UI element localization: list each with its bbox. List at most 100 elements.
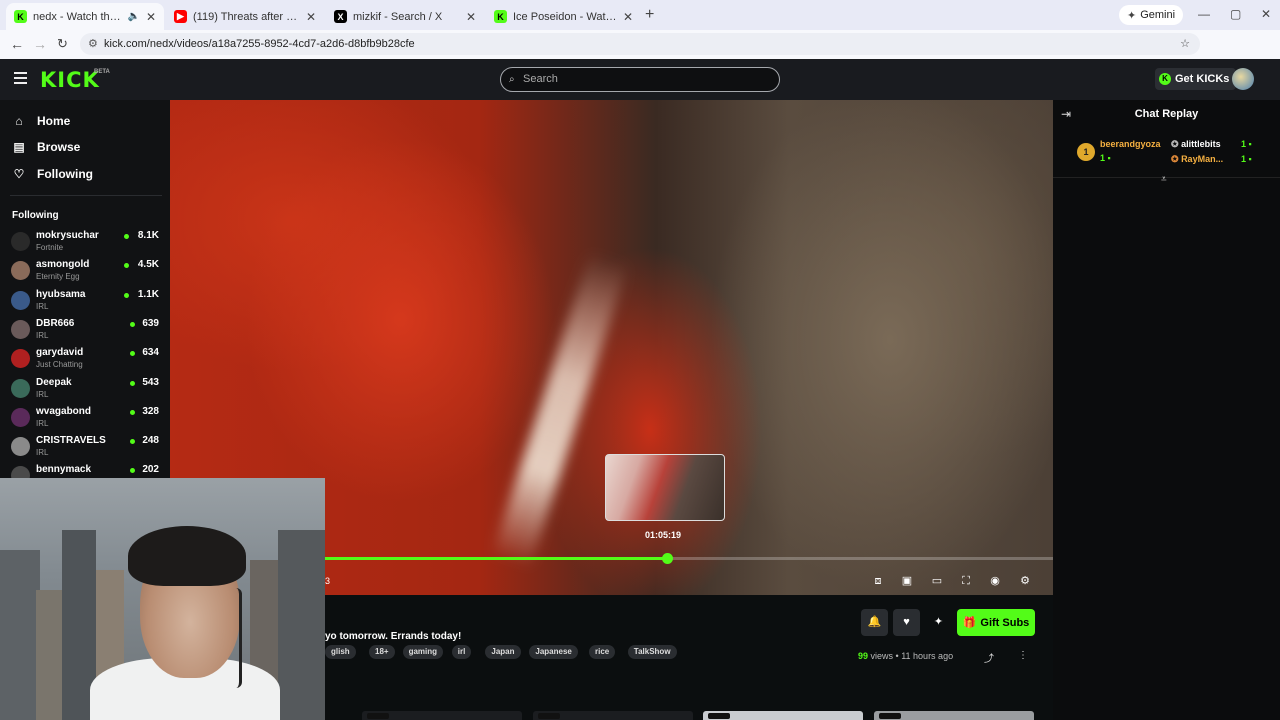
gifter-entry[interactable]: ✪ RayMan... (1171, 154, 1223, 165)
channel-category: Just Chatting (36, 360, 83, 370)
sparkle-button[interactable]: ✦ (925, 609, 952, 636)
chat-panel: ⇥ Chat Replay 1 beerandgyoza 1 ▪ ✪ alitt… (1053, 100, 1280, 720)
close-window-icon[interactable]: ✕ (1261, 7, 1271, 21)
expand-leaderboard-icon[interactable]: ⩡ (1161, 174, 1167, 185)
close-tab-icon[interactable]: ✕ (466, 10, 476, 24)
headset (228, 588, 242, 688)
stream-tag[interactable]: rice (589, 645, 616, 659)
channel-name: bennymack (36, 464, 92, 476)
forward-icon[interactable]: → (33, 36, 47, 52)
notification-bell-button[interactable]: 🔔 (861, 609, 888, 636)
stream-tag[interactable]: 18+ (369, 645, 395, 659)
gemini-button[interactable]: ✦ Gemini (1119, 5, 1184, 25)
url-field[interactable]: ⚙ kick.com/nedx/videos/a18a7255-8952-4cd… (80, 33, 1200, 55)
divider (10, 195, 162, 196)
channel-avatar (11, 232, 30, 251)
get-kicks-button[interactable]: K Get KICKs (1155, 68, 1237, 90)
following-channel[interactable]: mokrysuchar Fortnite 8.1K (11, 228, 161, 257)
gifter-entry[interactable]: ✪ alittlebits (1171, 139, 1221, 150)
more-options-icon[interactable]: ⋮ (1018, 650, 1028, 661)
seek-preview-thumbnail (605, 454, 725, 521)
sidebar-item-home[interactable]: ⌂ Home (12, 111, 70, 131)
hamburger-menu-icon[interactable] (14, 72, 27, 87)
stream-tag[interactable]: TalkShow (627, 645, 677, 659)
minimize-icon[interactable]: — (1198, 7, 1210, 21)
gift-icon: ▪ (1248, 154, 1252, 164)
sidebar-item-following[interactable]: ♡ Following (12, 164, 93, 184)
back-icon[interactable]: ← (10, 36, 24, 52)
share-icon[interactable]: ⤴ (984, 650, 994, 665)
site-info-icon[interactable]: ⚙ (88, 33, 98, 55)
search-input[interactable]: ⌕ Search (500, 67, 780, 92)
related-video-card[interactable] (362, 711, 522, 720)
close-tab-icon[interactable]: ✕ (306, 10, 316, 24)
following-channel[interactable]: asmongold Eternity Egg 4.5K (11, 257, 161, 286)
channel-avatar (11, 437, 30, 457)
live-indicator-icon (130, 409, 135, 415)
stream-tag[interactable]: gaming (402, 645, 444, 659)
following-channel[interactable]: CRISTRAVELS IRL 248 (11, 433, 161, 462)
following-channel[interactable]: Deepak IRL 543 (11, 375, 161, 404)
gift-subs-label: Gift Subs (980, 616, 1030, 629)
gifter-count: 1 ▪ (1241, 154, 1252, 164)
close-tab-icon[interactable]: ✕ (623, 10, 633, 24)
sidebar: ⌂ Home ▤ Browse ♡ Following Following mo… (0, 100, 170, 486)
following-channel[interactable]: wvagabond IRL 328 (11, 404, 161, 433)
viewer-count: 328 (142, 405, 159, 417)
live-indicator-icon (130, 468, 135, 474)
gift-icon: ▪ (1107, 153, 1111, 163)
url-text: kick.com/nedx/videos/a18a7255-8952-4cd7-… (104, 38, 415, 50)
clip-icon[interactable]: ▣ (900, 574, 914, 588)
gift-subs-button[interactable]: 🎁 Gift Subs (957, 609, 1035, 636)
theater-mode-icon[interactable]: ▭ (930, 574, 944, 588)
channel-avatar (11, 349, 30, 369)
speaker-icon[interactable]: 🔈 (127, 11, 139, 22)
seek-preview-time: 01:05:19 (645, 530, 682, 540)
browser-tab-youtube[interactable]: ▶ (119) Threats after being assau ✕ (166, 3, 324, 30)
related-video-card[interactable] (533, 711, 693, 720)
channel-name: DBR666 (36, 317, 75, 329)
browser-tab-x[interactable]: X mizkif - Search / X ✕ (326, 3, 484, 30)
viewer-count: 8.1K (137, 230, 159, 241)
related-video-card[interactable] (874, 711, 1034, 720)
following-channel[interactable]: garydavid Just Chatting 634 (11, 345, 161, 374)
views-info: 99 views • 11 hours ago (858, 651, 954, 661)
channel-name: wvagabond (36, 405, 92, 417)
bookmark-star-icon[interactable]: ☆ (1180, 33, 1190, 55)
following-channel[interactable]: hyubsama IRL 1.1K (11, 287, 161, 316)
settings-gear-icon[interactable]: ⚙ (1018, 574, 1032, 588)
browser-tab-ice[interactable]: K Ice Poseidon - Watch clips on ✕ (486, 3, 641, 30)
playback-speed-icon[interactable]: ◉ (988, 574, 1002, 588)
user-avatar[interactable] (1232, 68, 1254, 90)
close-tab-icon[interactable]: ✕ (146, 10, 156, 24)
reload-icon[interactable]: ↻ (57, 36, 68, 52)
stream-tag[interactable]: irl (451, 645, 472, 659)
nav-label: Home (37, 114, 71, 128)
new-tab-icon[interactable]: + (645, 6, 654, 24)
kicks-coin-icon: K (1159, 73, 1171, 85)
fullscreen-icon[interactable]: ⛶ (959, 574, 973, 588)
following-channel[interactable]: DBR666 IRL 639 (11, 316, 161, 345)
browse-icon: ▤ (13, 140, 25, 154)
browser-tab-nedx[interactable]: K nedx - Watch the VOD on 🔈 ✕ (6, 3, 164, 30)
sidebar-item-browse[interactable]: ▤ Browse (12, 137, 80, 157)
related-video-card[interactable] (703, 711, 863, 720)
home-icon: ⌂ (15, 114, 23, 128)
channel-category: IRL (36, 448, 49, 458)
seek-bar[interactable] (325, 553, 1053, 564)
channel-avatar (11, 407, 30, 427)
maximize-icon[interactable]: ▢ (1230, 7, 1241, 21)
gemini-icon: ✦ (1127, 9, 1137, 22)
building (0, 550, 40, 720)
stream-tag[interactable]: Japan (485, 645, 521, 659)
stream-tag[interactable]: glish (325, 645, 356, 659)
mini-player-icon[interactable]: ⧈ (871, 574, 885, 588)
tab-title: (119) Threats after being assau (193, 10, 300, 23)
kick-logo[interactable]: KICK (40, 68, 100, 92)
duration-badge (879, 713, 901, 719)
gifter-name[interactable]: beerandgyoza (1100, 139, 1161, 149)
follow-heart-button[interactable]: ♥ (893, 609, 920, 636)
channel-name: Deepak (36, 376, 72, 388)
channel-category: Fortnite (36, 243, 64, 252)
stream-tag[interactable]: Japanese (529, 645, 578, 659)
